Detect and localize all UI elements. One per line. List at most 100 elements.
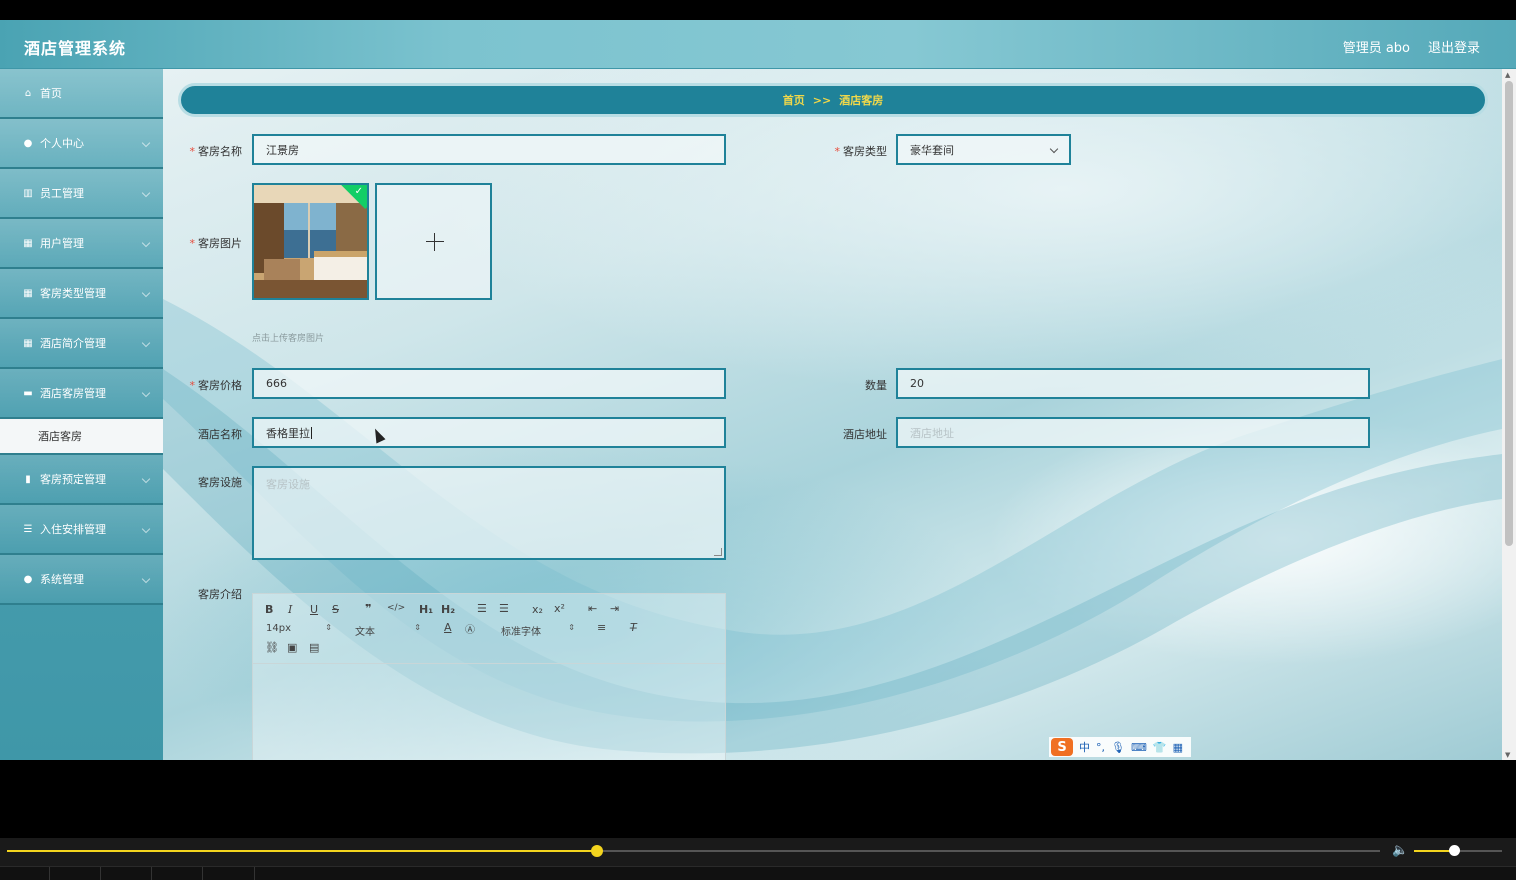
quantity-input[interactable]: 20 bbox=[896, 368, 1370, 399]
player-control[interactable] bbox=[101, 867, 152, 880]
sidebar-item-staff[interactable]: ▥ 员工管理 bbox=[0, 169, 163, 219]
bullet-list-icon[interactable]: ☰ bbox=[499, 602, 509, 615]
sogou-logo-icon: S bbox=[1051, 738, 1073, 756]
player-control[interactable] bbox=[203, 867, 255, 880]
indent-icon[interactable]: ⇥ bbox=[610, 602, 619, 615]
intro-label: 客房介绍 bbox=[198, 588, 242, 601]
player-control[interactable] bbox=[50, 867, 101, 880]
sidebar-item-checkin[interactable]: ☰ 入住安排管理 bbox=[0, 505, 163, 555]
chart-icon: ▮ bbox=[25, 473, 31, 485]
chevron-down-icon bbox=[141, 238, 151, 248]
sidebar-item-label: 首页 bbox=[40, 87, 62, 100]
sidebar-item-hotel-rooms[interactable]: ▬ 酒店客房管理 bbox=[0, 369, 163, 419]
chevron-down-icon bbox=[141, 188, 151, 198]
align-icon[interactable]: ≡ bbox=[597, 621, 606, 634]
playback-progress[interactable] bbox=[7, 845, 1380, 857]
top-header: 酒店管理系统 管理员 abo 退出登录 bbox=[0, 20, 1516, 69]
ordered-list-icon[interactable]: ☰ bbox=[477, 602, 487, 615]
sidebar-item-profile[interactable]: ● 个人中心 bbox=[0, 119, 163, 169]
sidebar-item-label: 酒店客房管理 bbox=[40, 387, 106, 400]
background-color-icon[interactable]: Ⓐ bbox=[465, 621, 475, 636]
updown-icon: ⇕ bbox=[568, 623, 575, 632]
volume-fill bbox=[1414, 850, 1454, 852]
toolbox-icon[interactable]: ▦ bbox=[1173, 741, 1183, 754]
video-icon[interactable]: ▤ bbox=[309, 641, 319, 654]
updown-icon: ⇕ bbox=[414, 623, 421, 632]
heading1-icon[interactable]: H₁ bbox=[419, 603, 433, 616]
rich-text-editor: B I U S ❞ </> H₁ H₂ ☰ ☰ x₂ x² ⇤ ⇥ 14px ⇕ … bbox=[252, 593, 726, 760]
sidebar-item-bookings[interactable]: ▮ 客房预定管理 bbox=[0, 455, 163, 505]
plus-icon bbox=[434, 233, 435, 251]
scroll-down-icon[interactable]: ▼ bbox=[1505, 751, 1510, 759]
progress-handle[interactable] bbox=[591, 845, 604, 857]
chat-icon: ▬ bbox=[23, 387, 33, 399]
outdent-icon[interactable]: ⇤ bbox=[588, 602, 597, 615]
font-color-icon[interactable]: A bbox=[444, 621, 452, 634]
clear-format-icon[interactable]: T̶ bbox=[630, 621, 637, 634]
room-name-label: * 客房名称 bbox=[189, 145, 243, 158]
volume-icon[interactable]: 🔈 bbox=[1392, 843, 1408, 858]
skin-icon[interactable]: 👕 bbox=[1153, 741, 1167, 754]
grid-icon: ▦ bbox=[23, 337, 33, 349]
volume-slider[interactable] bbox=[1414, 845, 1502, 856]
sidebar-item-home[interactable]: ⌂ 首页 bbox=[0, 69, 163, 119]
code-icon[interactable]: </> bbox=[387, 603, 405, 613]
resize-handle[interactable] bbox=[714, 548, 722, 556]
subscript-icon[interactable]: x₂ bbox=[532, 603, 543, 616]
hotel-address-input[interactable]: 酒店地址 bbox=[896, 417, 1370, 448]
microphone-icon[interactable]: 🎙 bbox=[1111, 741, 1125, 754]
font-family-value: 标准字体 bbox=[501, 627, 541, 638]
superscript-icon[interactable]: x² bbox=[554, 602, 565, 615]
volume-handle[interactable] bbox=[1448, 845, 1460, 856]
player-control[interactable] bbox=[152, 867, 203, 880]
punctuation-icon[interactable]: °, bbox=[1096, 741, 1105, 754]
ime-toolbar[interactable]: S 中 °, 🎙 ⌨ 👕 ▦ bbox=[1049, 737, 1191, 757]
hotel-name-input[interactable]: 香格里拉 bbox=[252, 417, 726, 448]
scroll-up-icon[interactable]: ▲ bbox=[1505, 71, 1510, 79]
facilities-textarea[interactable]: 客房设施 bbox=[252, 466, 726, 560]
hotel-name-label: 酒店名称 bbox=[198, 428, 242, 441]
chevron-down-icon bbox=[141, 388, 151, 398]
font-family-select[interactable]: 标准字体 ⇕ bbox=[501, 623, 575, 638]
plus-icon bbox=[426, 241, 444, 242]
sidebar-item-users[interactable]: ▦ 用户管理 bbox=[0, 219, 163, 269]
scrollbar-thumb[interactable] bbox=[1505, 81, 1513, 546]
ime-mode[interactable]: 中 bbox=[1079, 739, 1090, 755]
sidebar-item-system[interactable]: ● 系统管理 bbox=[0, 555, 163, 605]
italic-icon[interactable]: I bbox=[288, 603, 292, 616]
breadcrumb-home[interactable]: 首页 bbox=[783, 92, 805, 108]
room-image-label: * 客房图片 bbox=[189, 237, 243, 250]
room-type-select[interactable]: 豪华套间 bbox=[896, 134, 1071, 165]
strikethrough-icon[interactable]: S bbox=[332, 603, 339, 616]
room-name-input[interactable]: 江景房 bbox=[252, 134, 726, 165]
sidebar-item-hotel-intro[interactable]: ▦ 酒店简介管理 bbox=[0, 319, 163, 369]
blockquote-icon[interactable]: ❞ bbox=[365, 602, 371, 615]
page-scrollbar[interactable]: ▲ ▼ bbox=[1502, 69, 1516, 760]
bold-icon[interactable]: B bbox=[265, 603, 273, 616]
sliders-icon: ☰ bbox=[23, 523, 33, 535]
bar-icon: ▥ bbox=[23, 187, 33, 199]
player-control[interactable] bbox=[0, 867, 50, 880]
sidebar-item-room-types[interactable]: ▦ 客房类型管理 bbox=[0, 269, 163, 319]
sidebar-item-label: 用户管理 bbox=[40, 237, 84, 250]
sidebar-item-label: 个人中心 bbox=[40, 137, 84, 150]
logout-button[interactable]: 退出登录 bbox=[1428, 37, 1480, 56]
price-input[interactable]: 666 bbox=[252, 368, 726, 399]
header-select[interactable]: 文本 ⇕ bbox=[355, 623, 421, 638]
player-controls-strip bbox=[0, 866, 1516, 880]
link-icon[interactable]: ⛓ bbox=[265, 641, 279, 654]
breadcrumb-current: 酒店客房 bbox=[839, 94, 884, 107]
image-icon[interactable]: ▣ bbox=[287, 641, 297, 654]
chevron-down-icon bbox=[1049, 144, 1059, 154]
room-image-thumbnail[interactable]: ✓ bbox=[252, 183, 369, 300]
sidebar-subitem-hotel-room[interactable]: 酒店客房 bbox=[0, 419, 163, 455]
font-size-select[interactable]: 14px ⇕ bbox=[266, 623, 332, 634]
sidebar: ⌂ 首页 ● 个人中心 ▥ 员工管理 ▦ 用户管理 ▦ 客房类型管理 ▦ 酒店简… bbox=[0, 69, 163, 760]
facilities-placeholder: 客房设施 bbox=[266, 478, 310, 491]
image-upload-button[interactable] bbox=[375, 183, 492, 300]
underline-icon[interactable]: U bbox=[310, 603, 318, 616]
heading2-icon[interactable]: H₂ bbox=[441, 603, 455, 616]
room-photo bbox=[254, 185, 367, 298]
keyboard-icon[interactable]: ⌨ bbox=[1131, 741, 1147, 754]
grid-icon: ▦ bbox=[23, 237, 33, 249]
